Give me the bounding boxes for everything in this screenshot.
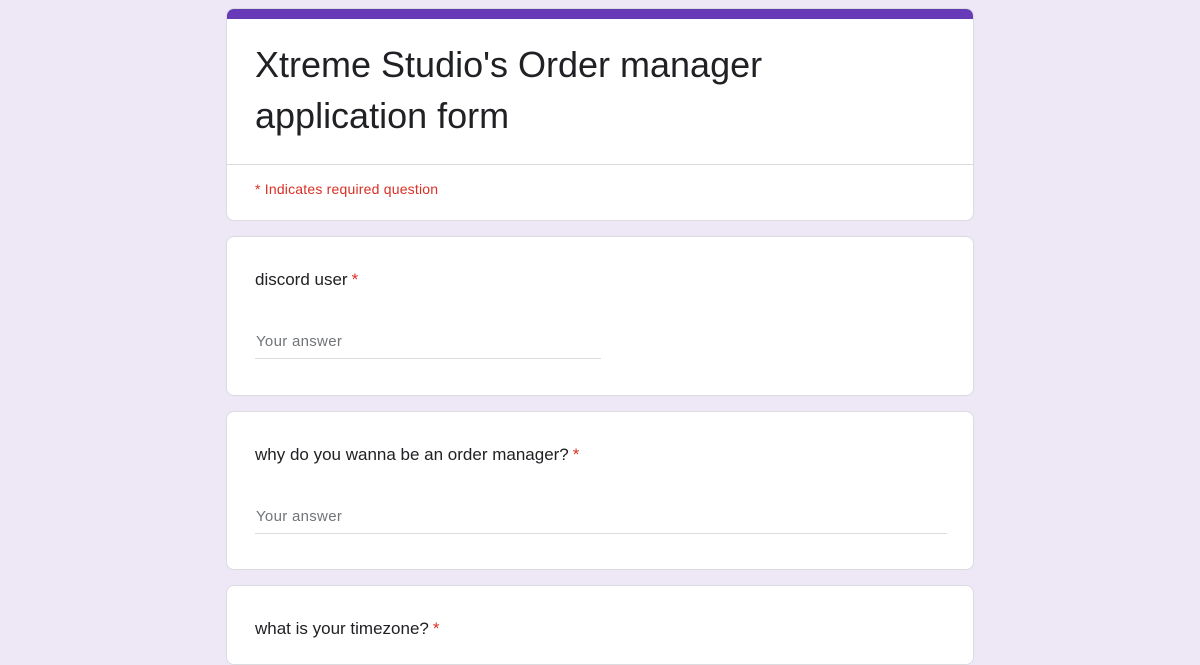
form-container: Xtreme Studio's Order manager applicatio… [226, 8, 974, 665]
question-text: why do you wanna be an order manager? [255, 445, 569, 464]
header-divider [227, 164, 973, 165]
question-card-discord-user: discord user * [226, 236, 974, 396]
required-asterisk: * [351, 270, 359, 289]
question-card-timezone: what is your timezone? * [226, 585, 974, 665]
question-label: why do you wanna be an order manager? * [255, 444, 579, 466]
question-label: discord user * [255, 269, 358, 291]
question-text: discord user [255, 270, 348, 289]
question-label: what is your timezone? * [255, 618, 440, 640]
required-asterisk: * [432, 619, 440, 638]
required-asterisk: * [572, 445, 580, 464]
question-card-why-order-manager: why do you wanna be an order manager? * [226, 411, 974, 570]
theme-accent-bar [227, 9, 973, 19]
why-order-manager-input[interactable] [255, 506, 947, 532]
question-text: what is your timezone? [255, 619, 429, 638]
input-underline [255, 533, 947, 534]
answer-field-wrapper [255, 331, 601, 359]
answer-field-wrapper [255, 506, 947, 534]
form-title: Xtreme Studio's Order manager applicatio… [255, 44, 763, 136]
input-underline [255, 358, 601, 359]
required-note: * Indicates required question [255, 181, 439, 197]
form-header-card: Xtreme Studio's Order manager applicatio… [226, 8, 974, 221]
discord-user-input[interactable] [255, 331, 601, 357]
